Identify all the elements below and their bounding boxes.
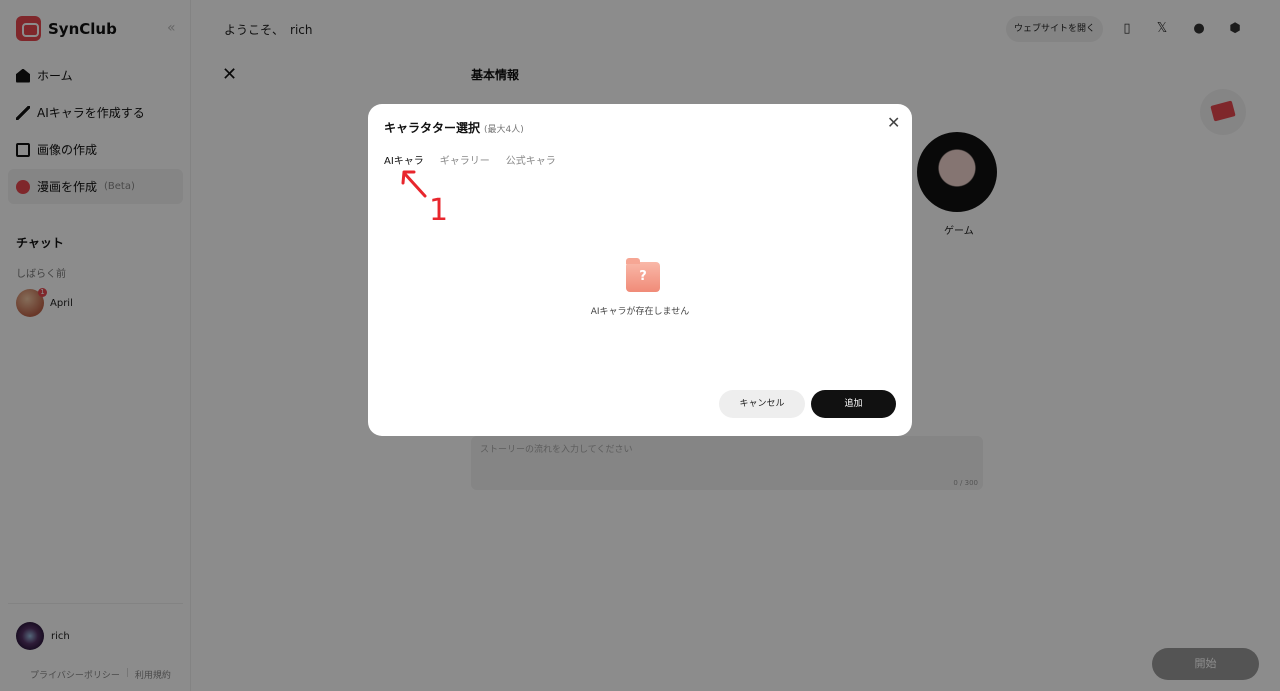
modal-subtitle: (最大4人) (484, 125, 524, 135)
cancel-button[interactable]: キャンセル (719, 390, 805, 418)
tab-gallery[interactable]: ギャラリー (440, 152, 490, 167)
close-icon[interactable]: ✕ (887, 113, 900, 132)
modal-tabs: AIキャラ ギャラリー 公式キャラ (384, 152, 556, 167)
annotation-number: 1 (429, 193, 449, 228)
empty-folder-icon: ? (626, 258, 660, 292)
tab-ai-character[interactable]: AIキャラ (384, 152, 424, 167)
add-button[interactable]: 追加 (811, 390, 896, 418)
empty-state-text: AIキャラが存在しません (590, 307, 690, 317)
modal-title-text: キャラタター選択 (384, 121, 481, 135)
tab-official-character[interactable]: 公式キャラ (506, 152, 556, 167)
character-select-modal: キャラタター選択 (最大4人) ✕ AIキャラ ギャラリー 公式キャラ ? AIキ… (368, 104, 912, 436)
annotation-arrow-icon (401, 170, 427, 198)
modal-title: キャラタター選択 (最大4人) (384, 119, 524, 136)
